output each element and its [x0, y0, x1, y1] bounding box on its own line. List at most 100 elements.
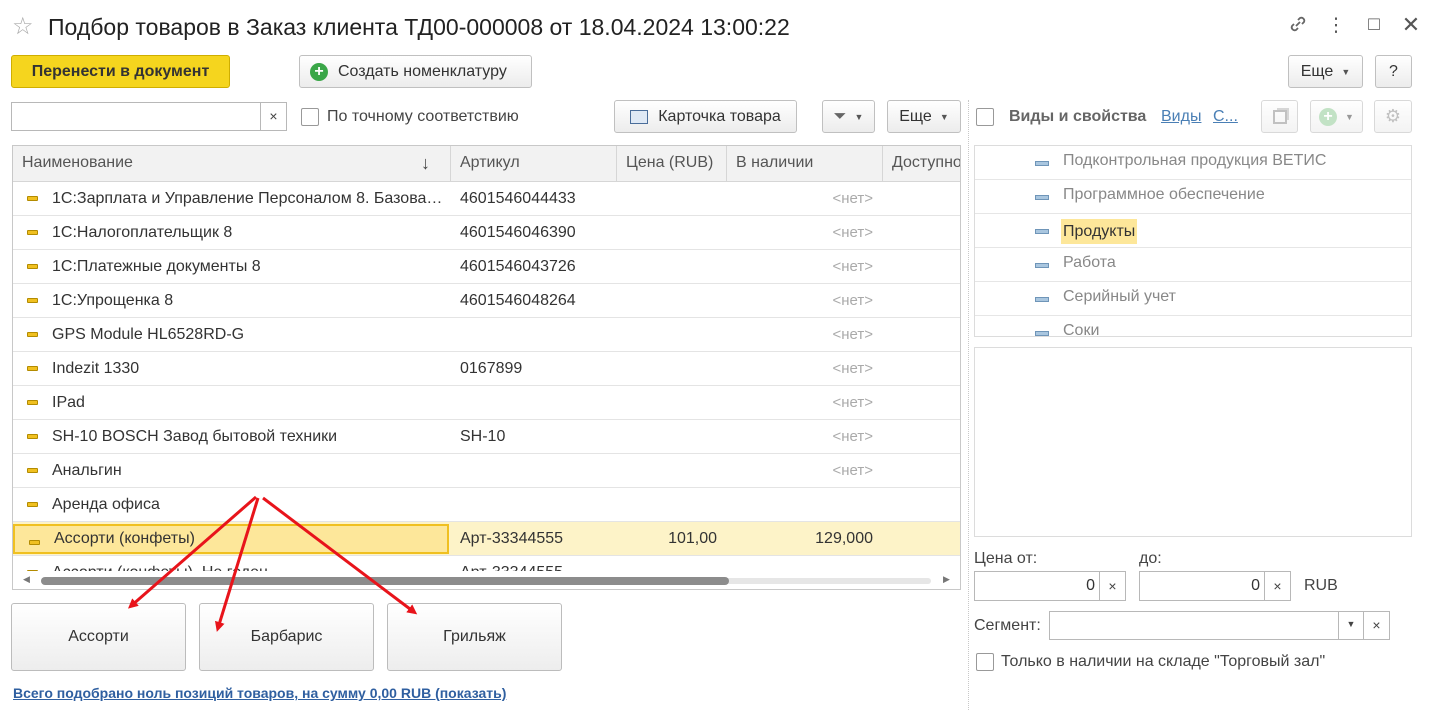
transfer-to-document-button[interactable]: Перенести в документ	[11, 55, 230, 88]
cell-article	[460, 454, 610, 488]
property-item[interactable]: Подконтрольная продукция ВЕТИС	[975, 146, 1411, 180]
table-row[interactable]: 1С:Платежные документы 8 4601546043726 <не…	[13, 250, 960, 284]
quick-button-barbaris[interactable]: Барбарис	[199, 603, 374, 671]
cell-price: 101,00	[668, 530, 717, 547]
segment-input[interactable]	[1049, 611, 1339, 640]
table-row[interactable]: SH-10 BOSCH Завод бытовой техники SH-10 <н…	[13, 420, 960, 454]
column-header-article[interactable]: Артикул	[451, 146, 617, 182]
create-nomenclature-button[interactable]: + Создать номенклатуру	[299, 55, 532, 88]
panel-divider[interactable]	[968, 100, 969, 710]
scroll-right-icon[interactable]: ▶	[943, 574, 950, 585]
exact-match-checkbox[interactable]	[301, 108, 319, 126]
transfer-label: Перенести в документ	[31, 62, 210, 80]
settings-button[interactable]: ⚙	[1374, 100, 1412, 133]
product-icon	[27, 230, 38, 235]
cell-price	[617, 488, 717, 522]
table-row[interactable]: Ассорти (конфеты) Арт-33344555 101,00 129,0…	[13, 522, 960, 556]
product-card-button[interactable]: Карточка товара	[614, 100, 797, 133]
properties-header: Виды и свойства	[1009, 108, 1147, 125]
price-from-input[interactable]: 0	[974, 571, 1100, 601]
cell-price	[617, 386, 717, 420]
horizontal-scrollbar[interactable]: ◀ ▶	[13, 571, 960, 589]
scroll-left-icon[interactable]: ◀	[23, 574, 30, 585]
chevron-down-icon: ▼	[939, 111, 949, 122]
cell-name: 1С:Зарплата и Управление Персоналом 8. Б…	[13, 182, 449, 216]
column-header-price[interactable]: Цена (RUB)	[617, 146, 727, 182]
column-header-available[interactable]: Доступно	[883, 146, 960, 182]
table-row[interactable]: 1С:Зарплата и Управление Персоналом 8. Б…	[13, 182, 960, 216]
help-button[interactable]: ?	[1375, 55, 1412, 88]
price-to-input[interactable]: 0	[1139, 571, 1265, 601]
sort-down-icon: ↓	[421, 153, 430, 173]
segment-clear-button[interactable]: ×	[1363, 611, 1390, 640]
quick-button-assorti[interactable]: Ассорти	[11, 603, 186, 671]
property-item[interactable]: Программное обеспечение	[975, 180, 1411, 214]
product-icon	[27, 502, 38, 507]
quick-button-grilyazh[interactable]: Грильяж	[387, 603, 562, 671]
cell-in-stock: <нет>	[832, 360, 873, 377]
property-item[interactable]: Серийный учет	[975, 282, 1411, 316]
property-icon	[1035, 331, 1049, 336]
properties-checkbox[interactable]	[976, 108, 994, 126]
cell-name: IPad	[13, 386, 449, 420]
property-item[interactable]: Продукты	[975, 214, 1411, 248]
plus-circle-icon: +	[310, 62, 328, 81]
price-to-label: до:	[1139, 550, 1162, 567]
copy-icon	[1272, 109, 1287, 124]
price-from-clear-button[interactable]: ×	[1099, 571, 1126, 601]
in-stock-checkbox[interactable]	[976, 653, 994, 671]
table-row[interactable]: Аренда офиса	[13, 488, 960, 522]
link-icon[interactable]	[1287, 14, 1309, 40]
table-row[interactable]: GPS Module HL6528RD-G <нет>	[13, 318, 960, 352]
price-to-clear-button[interactable]: ×	[1264, 571, 1291, 601]
cell-article: 4601546046390	[460, 224, 576, 241]
column-header-name[interactable]: Наименование	[13, 146, 451, 182]
quick-button-label: Ассорти	[68, 628, 129, 645]
table-row[interactable]: 1С:Упрощенка 8 4601546048264 <нет>	[13, 284, 960, 318]
property-label: Соки	[1063, 322, 1100, 337]
copy-button[interactable]	[1261, 100, 1298, 133]
clear-icon: ×	[1273, 578, 1282, 594]
more-label: Еще	[899, 107, 932, 125]
segment-dropdown-button[interactable]: ▼	[1338, 611, 1364, 640]
cell-price	[617, 420, 717, 454]
maximize-icon[interactable]: □	[1363, 14, 1385, 36]
add-property-button[interactable]: + ▼	[1310, 100, 1363, 133]
selection-summary-link[interactable]: Всего подобрано ноль позиций товаров, на…	[13, 685, 506, 701]
cell-name: Аренда офиса	[13, 488, 449, 522]
s-link[interactable]: С...	[1213, 108, 1238, 126]
property-label: Подконтрольная продукция ВЕТИС	[1063, 152, 1327, 169]
cell-in-stock: 129,000	[815, 530, 873, 547]
cell-name: Анальгин	[13, 454, 449, 488]
column-header-in-stock[interactable]: В наличии	[727, 146, 883, 182]
table-row[interactable]: Анальгин <нет>	[13, 454, 960, 488]
table-row[interactable]: 1С:Налогоплательщик 8 4601546046390 <нет>	[13, 216, 960, 250]
help-label: ?	[1389, 62, 1398, 80]
views-link[interactable]: Виды	[1161, 108, 1201, 126]
cell-price	[617, 182, 717, 216]
exact-match-label: По точному соответствию	[327, 108, 519, 125]
more-button-top[interactable]: Еще ▼	[1288, 55, 1363, 88]
search-input[interactable]	[11, 102, 261, 131]
table-row[interactable]: IPad <нет>	[13, 386, 960, 420]
table-row[interactable]: Indezit 1330 0167899 <нет>	[13, 352, 960, 386]
more-button-table[interactable]: Еще ▼	[887, 100, 961, 133]
search-clear-button[interactable]: ×	[260, 102, 287, 131]
close-icon[interactable]: ✕	[1400, 12, 1422, 38]
property-item[interactable]: Работа	[975, 248, 1411, 282]
more-vertical-icon[interactable]: ⋮	[1325, 14, 1347, 37]
product-icon	[27, 434, 38, 439]
filter-button[interactable]: ⏷ ▼	[822, 100, 875, 133]
price-from-label: Цена от:	[974, 550, 1038, 567]
chevron-down-icon: ▼	[854, 111, 864, 122]
card-icon	[630, 109, 649, 124]
favorite-star-icon[interactable]: ☆	[12, 12, 34, 41]
scroll-thumb[interactable]	[41, 577, 729, 585]
product-icon	[29, 540, 40, 545]
property-item[interactable]: Соки	[975, 316, 1411, 337]
product-card-label: Карточка товара	[658, 107, 781, 125]
product-icon	[27, 264, 38, 269]
cell-price	[617, 454, 717, 488]
chevron-down-icon: ▼	[1346, 619, 1356, 629]
chevron-down-icon: ▼	[1341, 66, 1351, 77]
